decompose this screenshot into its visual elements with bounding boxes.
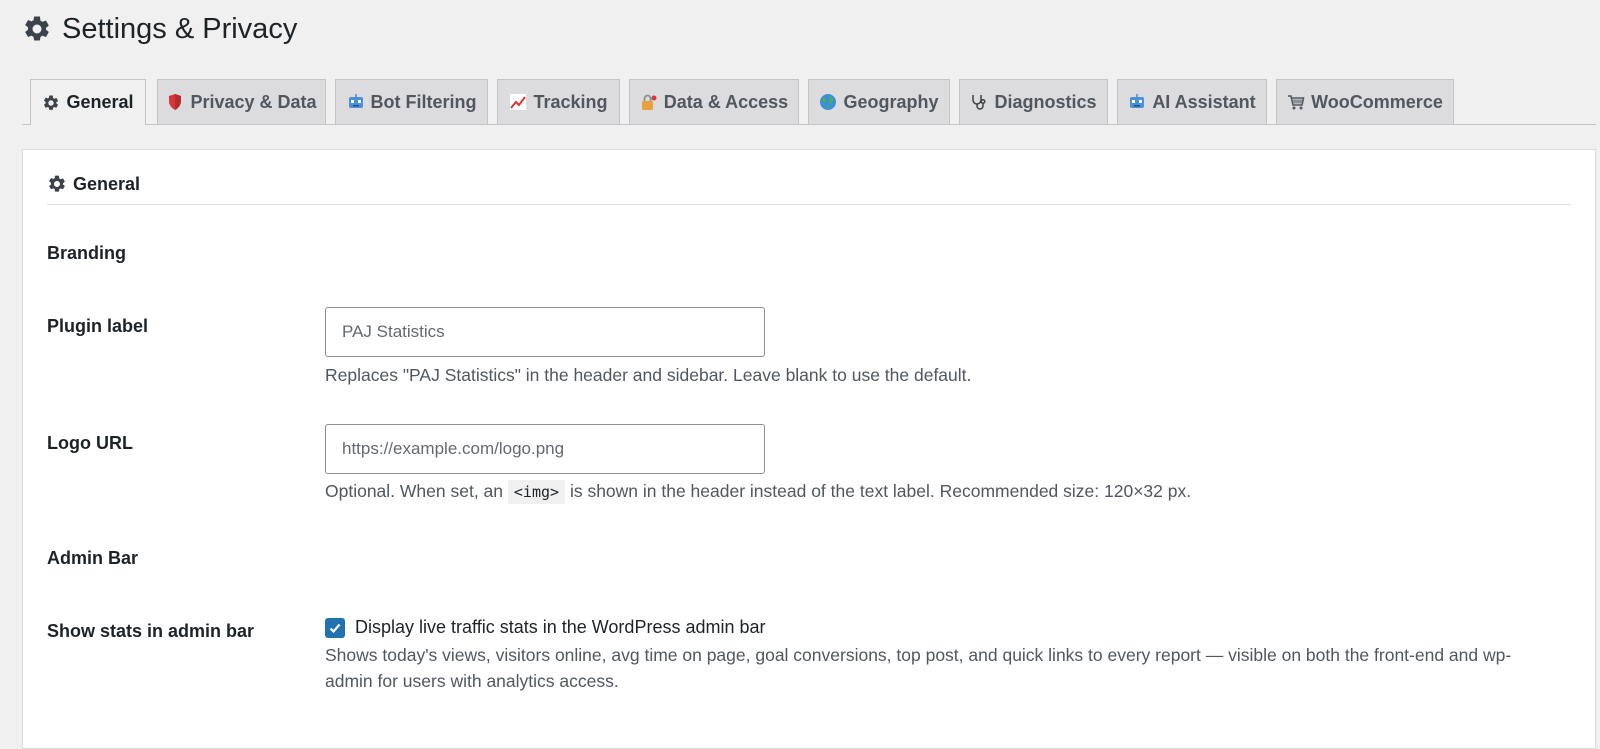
logo-url-description-text: Optional. When set, an: [325, 481, 504, 501]
tab-diagnostics[interactable]: Diagnostics: [959, 79, 1108, 124]
checkmark-icon: [329, 623, 341, 633]
show-stats-checkbox-label: Display live traffic stats in the WordPr…: [355, 617, 766, 637]
robot-icon: [347, 93, 365, 111]
plugin-label-input[interactable]: [325, 307, 765, 357]
tab-tracking[interactable]: Tracking: [497, 79, 620, 124]
gear-icon: [42, 94, 60, 112]
settings-tabs: General Privacy & Data Bot Filtering Tra…: [22, 79, 1596, 125]
page-title: Settings & Privacy: [62, 12, 298, 45]
tab-woocommerce[interactable]: WooCommerce: [1276, 79, 1454, 124]
tab-bot-filtering[interactable]: Bot Filtering: [335, 79, 488, 124]
section-header: General: [47, 172, 1571, 205]
chart-up-icon: [509, 93, 527, 111]
logo-url-input[interactable]: [325, 424, 765, 474]
stethoscope-icon: [970, 93, 988, 111]
tab-label: WooCommerce: [1311, 91, 1443, 112]
section-title: General: [73, 174, 141, 194]
tab-label: Geography: [843, 91, 939, 112]
tab-general[interactable]: General: [30, 79, 146, 125]
branding-heading: Branding: [47, 243, 126, 263]
tab-label: Tracking: [533, 91, 608, 112]
robot-icon: [1128, 93, 1146, 111]
logo-url-description-text: is shown in the header instead of the te…: [569, 481, 1192, 501]
show-stats-description: Shows today's views, visitors online, av…: [325, 645, 1512, 691]
page-header: Settings & Privacy: [22, 8, 297, 50]
cart-icon: [1287, 93, 1305, 111]
tab-label: AI Assistant: [1152, 91, 1256, 112]
lock-key-icon: [640, 93, 658, 111]
plugin-label-label: Plugin label: [47, 316, 149, 336]
tab-privacy-data[interactable]: Privacy & Data: [157, 79, 326, 124]
globe-icon: [819, 93, 837, 111]
gear-icon: [22, 14, 52, 44]
plugin-label-description: Replaces "PAJ Statistics" in the header …: [325, 365, 972, 385]
tab-data-access[interactable]: Data & Access: [629, 79, 799, 124]
shield-icon: [166, 93, 184, 111]
img-tag-code: <img>: [507, 480, 566, 504]
admin-bar-heading: Admin Bar: [47, 548, 139, 568]
tab-ai-assistant[interactable]: AI Assistant: [1117, 79, 1267, 124]
show-stats-checkbox[interactable]: [325, 617, 345, 638]
settings-card: General Branding Plugin label Replaces "…: [22, 149, 1596, 749]
tab-geography[interactable]: Geography: [808, 79, 950, 124]
tab-label: Diagnostics: [994, 91, 1097, 112]
show-stats-label: Show stats in admin bar: [47, 621, 255, 641]
tab-label: Bot Filtering: [370, 91, 477, 112]
tab-label: Data & Access: [663, 91, 789, 112]
logo-url-description: Optional. When set, an <img> is shown in…: [325, 478, 1191, 505]
show-stats-option[interactable]: Display live traffic stats in the WordPr…: [325, 617, 766, 638]
tab-label: General: [66, 92, 134, 112]
logo-url-label: Logo URL: [47, 433, 133, 453]
tab-label: Privacy & Data: [190, 91, 317, 112]
gear-icon: [47, 174, 67, 194]
